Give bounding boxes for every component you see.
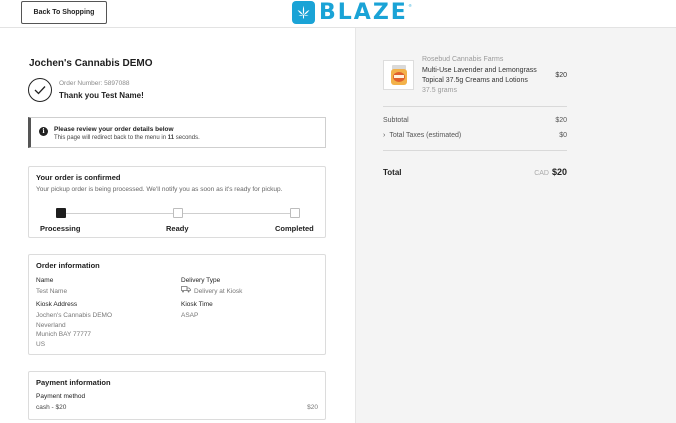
info-icon: i	[39, 127, 48, 136]
step-ready-marker	[173, 208, 183, 218]
kiosk-address-label: Kiosk Address	[36, 301, 78, 308]
payment-information-card: Payment information Payment method cash …	[28, 371, 326, 420]
review-notice: i Please review your order details below…	[28, 117, 326, 148]
order-status-card: Your order is confirmed Your pickup orde…	[28, 166, 326, 238]
total-row: Total CAD $20	[383, 162, 567, 180]
total-label: Total	[383, 168, 402, 177]
kiosk-time-value: ASAP	[181, 312, 199, 319]
step-processing-marker	[56, 208, 66, 218]
kiosk-address-value: Jochen's Cannabis DEMO Neverland Munich …	[36, 311, 112, 349]
payment-method-value: cash - $20	[36, 404, 67, 411]
delivery-type-value: Delivery at Kiosk	[181, 286, 242, 297]
truck-icon	[181, 286, 191, 297]
status-title: Your order is confirmed	[36, 173, 121, 182]
payment-method-label: Payment method	[36, 393, 86, 400]
payment-info-title: Payment information	[36, 378, 111, 387]
delivery-type-label: Delivery Type	[181, 277, 221, 284]
top-header: Back To Shopping BLAZE ®	[0, 0, 676, 28]
payment-amount: $20	[307, 404, 318, 411]
summary-divider	[383, 150, 567, 151]
kiosk-address-line: US	[36, 340, 46, 348]
order-summary-panel: Rosebud Cannabis Farms Multi-Use Lavende…	[355, 28, 676, 423]
total-amount: CAD $20	[534, 162, 567, 180]
logo-trademark: ®	[408, 3, 412, 8]
step-ready-label: Ready	[166, 224, 189, 233]
kiosk-address-line: Neverland	[36, 321, 66, 329]
name-label: Name	[36, 277, 54, 284]
summary-divider	[383, 106, 567, 107]
order-information-card: Order information Name Test Name Deliver…	[28, 254, 326, 355]
taxes-toggle[interactable]: › Total Taxes (estimated)	[383, 132, 461, 139]
chevron-right-icon: ›	[383, 132, 386, 139]
blaze-logo[interactable]: BLAZE ®	[292, 1, 412, 24]
delivery-type-text: Delivery at Kiosk	[194, 287, 243, 295]
subtotal-value: $20	[555, 117, 567, 124]
notice-title: Please review your order details below	[54, 126, 174, 133]
status-subtitle: Your pickup order is being processed. We…	[36, 186, 283, 193]
kiosk-address-line: Munich BAY 77777	[36, 331, 92, 338]
product-size: 37.5 grams	[422, 87, 458, 94]
kiosk-address-line: Jochen's Cannabis DEMO	[36, 312, 113, 319]
taxes-row[interactable]: › Total Taxes (estimated) $0	[383, 132, 567, 139]
taxes-label: Total Taxes (estimated)	[389, 132, 462, 139]
total-currency: CAD	[534, 170, 549, 177]
product-price: $20	[555, 72, 567, 79]
notice-text: This page will redirect back to the menu…	[54, 135, 200, 141]
subtotal-row: Subtotal $20	[383, 117, 567, 124]
logo-text: BLAZE	[319, 0, 408, 25]
step-processing-label: Processing	[40, 224, 81, 233]
taxes-value: $0	[559, 132, 567, 139]
notice-text-suffix: seconds.	[174, 135, 200, 141]
store-name: Jochen's Cannabis DEMO	[29, 58, 153, 69]
notice-text-prefix: This page will redirect back to the menu…	[54, 135, 168, 141]
total-value: $20	[551, 167, 567, 177]
step-completed-marker	[290, 208, 300, 218]
step-completed-label: Completed	[275, 224, 314, 233]
name-value: Test Name	[36, 288, 68, 295]
product-brand: Rosebud Cannabis Farms	[422, 56, 504, 63]
back-to-shopping-button[interactable]: Back To Shopping	[21, 1, 107, 24]
leaf-logo-icon	[292, 1, 315, 24]
thank-you-message: Thank you Test Name!	[59, 91, 144, 100]
order-info-title: Order information	[36, 261, 100, 270]
order-number: Order Number: 5897088	[59, 80, 130, 87]
check-circle-icon	[28, 78, 52, 102]
subtotal-label: Subtotal	[383, 117, 409, 124]
kiosk-time-label: Kiosk Time	[181, 301, 213, 308]
